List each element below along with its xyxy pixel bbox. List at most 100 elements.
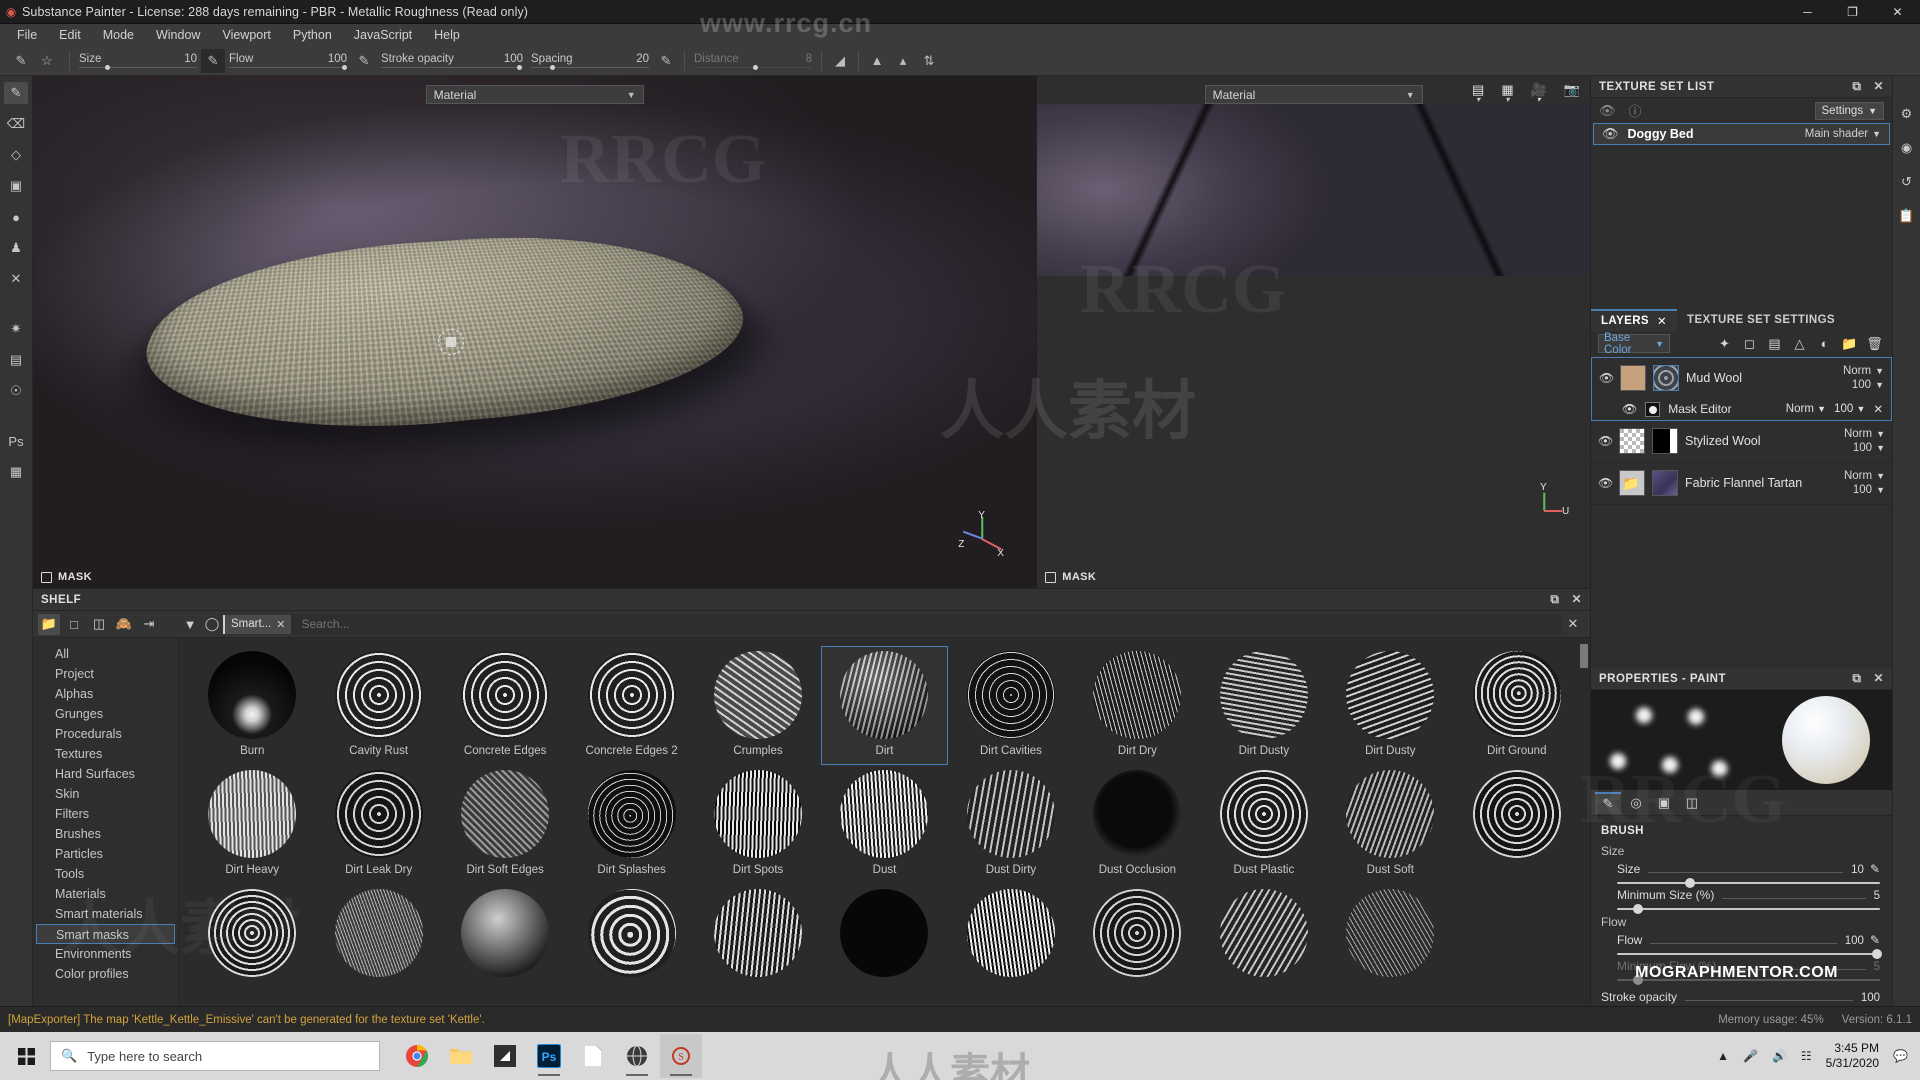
shelf-category-all[interactable]: All [33, 644, 178, 664]
brush-preset-icon[interactable]: ✎ [8, 49, 34, 73]
shelf-item[interactable]: Dust Dirty [948, 765, 1074, 884]
start-button[interactable] [2, 1032, 50, 1080]
add-mask-icon[interactable]: ◐ [1814, 334, 1835, 354]
symmetry-icon[interactable]: ▲ [864, 49, 890, 73]
tab-stencil-icon[interactable]: ▣ [1651, 792, 1677, 814]
shelf-category-procedurals[interactable]: Procedurals [33, 724, 178, 744]
shelf-float-icon[interactable]: ⧉ [1550, 592, 1559, 607]
layer-mask-thumbnail[interactable] [1653, 365, 1679, 391]
shelf-item[interactable] [695, 884, 821, 990]
shelf-category-particles[interactable]: Particles [33, 844, 178, 864]
shelf-close-icon[interactable]: ✕ [1571, 592, 1582, 607]
viewport-2d-mask-badge[interactable]: MASK [1045, 571, 1096, 583]
layer-blend-mode[interactable]: Norm ▼ [1844, 470, 1885, 482]
add-folder-icon[interactable]: 📁 [1839, 334, 1860, 354]
visibility-toggle-icon[interactable]: 👁 [1599, 103, 1616, 119]
screenshot-icon[interactable]: 📷 [1564, 82, 1580, 98]
tab-layers-close-icon[interactable]: ✕ [1657, 314, 1667, 328]
shelf-category-tools[interactable]: Tools [33, 864, 178, 884]
shelf-item[interactable] [1454, 765, 1580, 884]
add-generator-icon[interactable]: ◻ [1739, 334, 1760, 354]
shelf-category-alphas[interactable]: Alphas [33, 684, 178, 704]
layer-opacity[interactable]: 100 ▼ [1853, 442, 1885, 454]
camera-icon[interactable]: 🎥 ▾ [1531, 82, 1547, 104]
tab-layers[interactable]: LAYERS ✕ [1591, 308, 1678, 331]
effect-mask-thumbnail[interactable] [1645, 401, 1661, 417]
particles-icon[interactable]: ✷ [4, 318, 28, 340]
size-pen-icon[interactable]: ✎ [201, 48, 225, 73]
shelf-item[interactable]: Concrete Edges 2 [568, 646, 694, 765]
shelf-item[interactable]: Dirt Dry [1074, 646, 1200, 765]
taskbar-search-box[interactable]: 🔍 Type here to search [50, 1041, 380, 1071]
tray-expand-icon[interactable]: ▲ [1717, 1049, 1729, 1063]
shelf-category-project[interactable]: Project [33, 664, 178, 684]
shelf-item[interactable] [948, 884, 1074, 990]
shelf-item[interactable]: Dirt Ground [1454, 646, 1580, 765]
taskbar-substance-painter-icon[interactable]: S [660, 1034, 702, 1078]
mesh-display-icon[interactable]: ▦ ▾ [1501, 82, 1513, 104]
layer-row[interactable]: 👁 📁 Fabric Flannel Tartan Norm ▼ 100 ▼ [1591, 463, 1892, 505]
shelf-library-icon[interactable]: 📁 [38, 613, 60, 635]
effect-opacity[interactable]: 100 ▼ [1834, 403, 1865, 415]
layer-content-thumbnail[interactable]: 📁 [1619, 470, 1645, 496]
tab-material-icon[interactable]: ◫ [1679, 792, 1705, 814]
taskbar-document-icon[interactable] [572, 1034, 614, 1078]
layer-row[interactable]: 👁 Mud Wool Norm ▼ 100 ▼ [1591, 356, 1892, 399]
shelf-item[interactable]: Dust [821, 765, 947, 884]
shelf-item[interactable]: Dust Plastic [1201, 765, 1327, 884]
layer-visibility-eye-icon[interactable]: 👁 [1598, 476, 1613, 490]
layer-mask-thumbnail[interactable] [1652, 428, 1678, 454]
pen-pressure-icon[interactable]: ✎ [1870, 862, 1880, 876]
shelf-item[interactable] [1201, 884, 1327, 990]
shelf-category-skin[interactable]: Skin [33, 784, 178, 804]
taskbar-notes-icon[interactable] [484, 1034, 526, 1078]
shelf-item[interactable]: Concrete Edges [442, 646, 568, 765]
shelf-search-input[interactable] [291, 613, 1562, 635]
shelf-item[interactable]: Dirt [821, 646, 948, 765]
shelf-grid-wrapper[interactable]: Burn Cavity Rust Concrete Edges Concrete Ed… [179, 638, 1590, 1006]
taskbar-photoshop-icon[interactable]: Ps [528, 1034, 570, 1078]
notification-center-icon[interactable]: 💬 [1893, 1049, 1908, 1063]
info-icon[interactable]: ⓘ [1629, 101, 1642, 120]
distance-field[interactable]: Distance 8 [694, 53, 812, 70]
taskbar-clock[interactable]: 3:45 PM 5/31/2020 [1826, 1041, 1879, 1071]
shelf-item[interactable] [568, 884, 694, 990]
shelf-refresh-icon[interactable]: ◯ [201, 614, 223, 635]
flow-pen-icon[interactable]: ✎ [351, 49, 377, 73]
shelf-category-color-profiles[interactable]: Color profiles [33, 964, 178, 984]
clone-tool-icon[interactable]: ♟ [4, 237, 28, 259]
menu-item-file[interactable]: File [6, 24, 48, 46]
shelf-item[interactable] [1327, 884, 1453, 990]
shelf-scrollbar[interactable] [1580, 644, 1588, 668]
effect-visibility-eye-icon[interactable]: 👁 [1622, 402, 1637, 416]
spacing-pen-icon[interactable]: ✎ [653, 49, 679, 73]
layer-row[interactable]: 👁 Stylized Wool Norm ▼ 100 ▼ [1591, 421, 1892, 463]
smudge-tool-icon[interactable]: ● [4, 206, 28, 228]
photoshop-link-icon[interactable]: Ps [4, 430, 28, 452]
properties-float-icon[interactable]: ⧉ [1852, 671, 1861, 686]
baking-icon[interactable]: ☉ [4, 380, 28, 402]
volume-icon[interactable]: 🔊 [1772, 1049, 1787, 1063]
shelf-session-icon[interactable]: ◫ [88, 614, 110, 635]
symmetry-flip-icon[interactable]: ⇅ [916, 49, 942, 73]
substance-link-icon[interactable]: ▦ [4, 461, 28, 483]
maximize-button[interactable]: ❐ [1830, 0, 1875, 24]
network-icon[interactable]: ☷ [1801, 1049, 1812, 1063]
layer-effect-row[interactable]: 👁 Mask Editor Norm ▼ 100 ▼ ✕ [1591, 398, 1892, 421]
shelf-item[interactable]: Dirt Spots [695, 765, 821, 884]
eye-icon[interactable]: 👁 [1602, 126, 1619, 142]
brush-slider-row[interactable]: Size 10 ✎ [1591, 860, 1892, 888]
layer-opacity[interactable]: 100 ▼ [1853, 484, 1885, 496]
taskbar-explorer-icon[interactable] [440, 1034, 482, 1078]
shelf-item[interactable]: Dirt Leak Dry [315, 765, 441, 884]
shelf-item[interactable]: Dirt Heavy [189, 765, 315, 884]
shelf-item[interactable]: Dirt Soft Edges [442, 765, 568, 884]
shelf-item[interactable]: Crumples [695, 646, 821, 765]
shelf-item[interactable]: Dust Occlusion [1074, 765, 1200, 884]
properties-close-icon[interactable]: ✕ [1873, 671, 1884, 686]
display-settings-icon[interactable]: ⚙ [1896, 104, 1918, 124]
texture-set-shader-selector[interactable]: Main shader ▼ [1805, 128, 1881, 140]
symmetry-plane-icon[interactable]: ▴ [890, 49, 916, 73]
flow-field[interactable]: Flow 100 [229, 53, 348, 70]
shelf-item[interactable]: Burn [189, 646, 315, 765]
